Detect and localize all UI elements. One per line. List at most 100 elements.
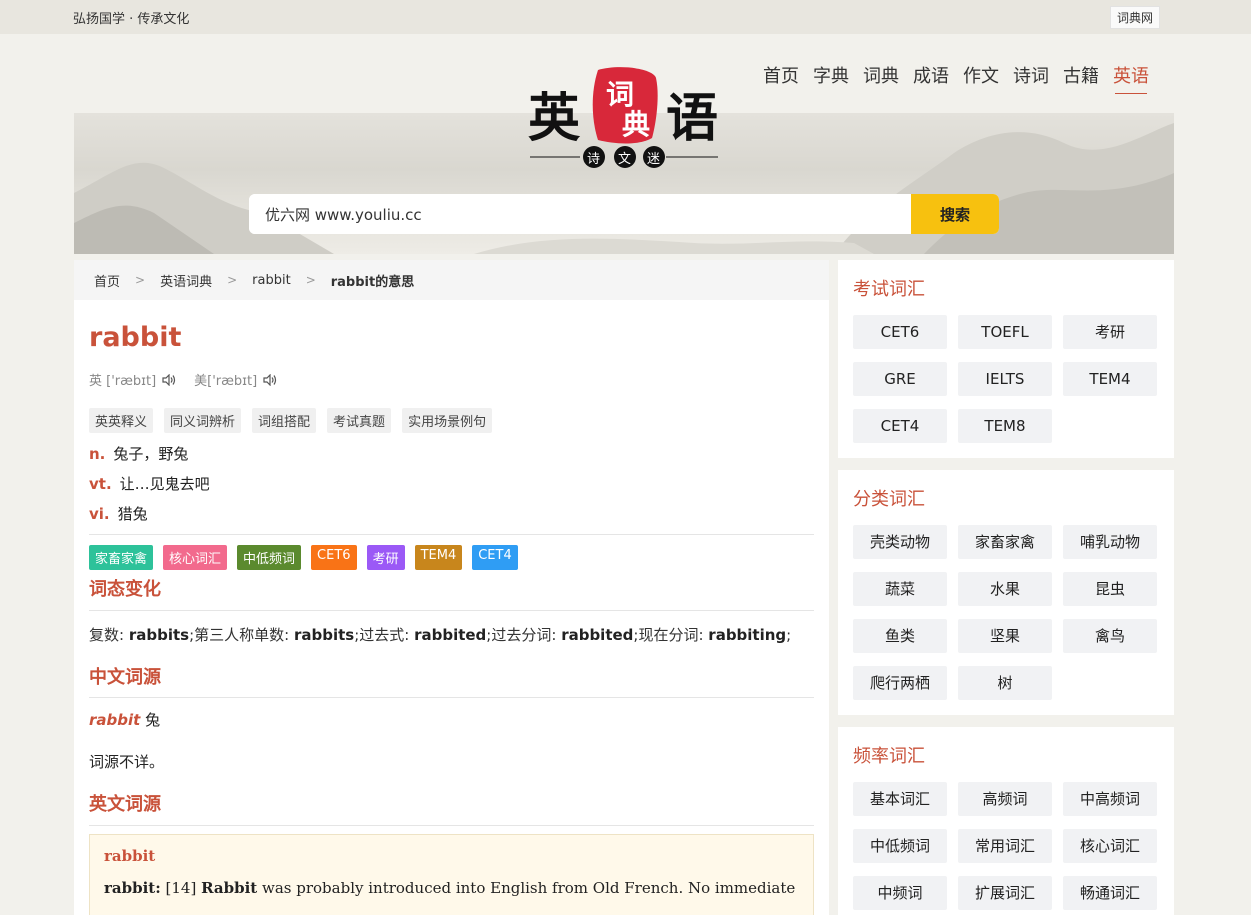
tab-phrases[interactable]: 词组搭配 [252, 408, 317, 433]
sidebar-item[interactable]: GRE [853, 362, 947, 396]
chevron-right-icon: > [227, 273, 238, 287]
sidebar-item[interactable]: 蔬菜 [853, 572, 947, 606]
site-link[interactable]: 词典网 [1110, 6, 1161, 29]
tag-badge[interactable]: TEM4 [414, 545, 463, 570]
nav-home[interactable]: 首页 [763, 62, 799, 94]
sidebar-item[interactable]: 核心词汇 [1063, 829, 1157, 863]
word-forms: 复数: rabbits;第三人称单数: rabbits;过去式: rabbite… [89, 624, 791, 645]
sidebar-item[interactable]: 坚果 [958, 619, 1052, 653]
sidebar-item[interactable]: 中高频词 [1063, 782, 1157, 816]
breadcrumb-home[interactable]: 首页 [94, 271, 120, 290]
tab-exam-questions[interactable]: 考试真题 [327, 408, 392, 433]
sidebar-item[interactable]: 壳类动物 [853, 525, 947, 559]
sidebar-item[interactable]: IELTS [958, 362, 1052, 396]
sidebar-item[interactable]: CET4 [853, 409, 947, 443]
sidebar-item[interactable]: 家畜家禽 [958, 525, 1052, 559]
en-ety-bold: Rabbit [201, 879, 258, 897]
sidebar-item[interactable]: 禽鸟 [1063, 619, 1157, 653]
divider [89, 610, 814, 611]
sidebar-item[interactable]: 爬行两栖 [853, 666, 947, 700]
chevron-right-icon: > [135, 273, 146, 287]
sidebar-item[interactable]: CET6 [853, 315, 947, 349]
section-title-forms: 词态变化 [89, 579, 161, 600]
sidebar-item[interactable]: 基本词汇 [853, 782, 947, 816]
form-label: 过去式: [359, 626, 415, 644]
nav-shici[interactable]: 诗词 [1013, 62, 1049, 94]
breadcrumb: 首页 > 英语词典 > rabbit > rabbit的意思 [74, 260, 829, 300]
tag-badge[interactable]: 核心词汇 [163, 545, 228, 570]
logo-char-2: 词 [606, 78, 634, 111]
nav-guji[interactable]: 古籍 [1063, 62, 1099, 94]
sidebar-item[interactable]: TEM8 [958, 409, 1052, 443]
form-label: 第三人称单数: [194, 626, 294, 644]
nav-cidian[interactable]: 词典 [863, 62, 899, 94]
sidebar-frequency-vocab: 频率词汇 基本词汇 高频词 中高频词 中低频词 常用词汇 核心词汇 中频词 扩展… [838, 727, 1174, 915]
word-tags: 家畜家禽 核心词汇 中低频词 CET6 考研 TEM4 CET4 [89, 545, 528, 570]
sidebar-item[interactable]: 常用词汇 [958, 829, 1052, 863]
breadcrumb-current: rabbit的意思 [330, 274, 415, 290]
tag-badge[interactable]: 家畜家禽 [89, 545, 154, 570]
logo-sub-2: 文 [618, 152, 631, 167]
logo-char-3: 典 [622, 108, 650, 141]
tag-badge[interactable]: CET6 [311, 545, 357, 570]
sidebar-item[interactable]: 中频词 [853, 876, 947, 910]
main-nav: 首页 字典 词典 成语 作文 诗词 古籍 英语 [763, 62, 1163, 94]
definition-row: vt. 让…见鬼去吧 [89, 473, 210, 494]
cn-ety-word: rabbit [89, 711, 141, 729]
tab-english-definition[interactable]: 英英释义 [89, 408, 154, 433]
definition-text: 猎兔 [117, 505, 148, 523]
sidebar-item[interactable]: 中低频词 [853, 829, 947, 863]
top-bar: 弘扬国学 · 传承文化 词典网 [0, 0, 1251, 34]
sidebar-item[interactable]: 哺乳动物 [1063, 525, 1157, 559]
sidebar-item[interactable]: 树 [958, 666, 1052, 700]
phonetic-uk: 英 ['ræbɪt] [89, 374, 157, 389]
main-content: 首页 > 英语词典 > rabbit > rabbit的意思 rabbit 英 … [74, 260, 829, 915]
sidebar-item[interactable]: 昆虫 [1063, 572, 1157, 606]
sidebar-item[interactable]: 水果 [958, 572, 1052, 606]
search-input[interactable] [249, 194, 911, 234]
divider [89, 534, 814, 535]
search-button[interactable]: 搜索 [911, 194, 999, 234]
tag-badge[interactable]: 中低频词 [237, 545, 302, 570]
form-separator: ; [786, 626, 792, 644]
sidebar-item[interactable]: TOEFL [958, 315, 1052, 349]
section-title-cn-etymology: 中文词源 [89, 667, 161, 688]
logo-char-1: 英 [528, 88, 581, 149]
nav-english[interactable]: 英语 [1113, 62, 1149, 94]
form-label: 复数: [89, 626, 129, 644]
section-title-en-etymology: 英文词源 [89, 794, 161, 815]
tag-badge[interactable]: CET4 [472, 545, 518, 570]
speaker-icon[interactable] [162, 373, 176, 386]
tag-badge[interactable]: 考研 [366, 545, 405, 570]
logo-sub-1: 诗 [587, 152, 600, 167]
sidebar-item[interactable]: TEM4 [1063, 362, 1157, 396]
sidebar-grid: 基本词汇 高频词 中高频词 中低频词 常用词汇 核心词汇 中频词 扩展词汇 畅通… [853, 782, 1159, 910]
logo-sub-3: 迷 [647, 152, 660, 167]
sidebar-item[interactable]: 考研 [1063, 315, 1157, 349]
nav-chengyu[interactable]: 成语 [913, 62, 949, 94]
tab-examples[interactable]: 实用场景例句 [402, 408, 493, 433]
headword: rabbit [89, 322, 182, 353]
sidebar-grid: 壳类动物 家畜家禽 哺乳动物 蔬菜 水果 昆虫 鱼类 坚果 禽鸟 爬行两栖 树 [853, 525, 1159, 700]
nav-zidian[interactable]: 字典 [813, 62, 849, 94]
form-label: 过去分词: [491, 626, 562, 644]
site-logo[interactable]: 英 词 典 语 诗 文 迷 [528, 66, 722, 170]
breadcrumb-english-dict[interactable]: 英语词典 [160, 271, 212, 290]
definition-text: 让…见鬼去吧 [119, 475, 210, 493]
sidebar-item[interactable]: 鱼类 [853, 619, 947, 653]
search-bar: 搜索 [249, 194, 999, 234]
sidebar-item[interactable]: 高频词 [958, 782, 1052, 816]
phonetics: 英 ['ræbɪt] 美['ræbɪt] [89, 370, 295, 389]
speaker-icon[interactable] [263, 373, 277, 386]
en-etymology-box: rabbit rabbit: [14] Rabbit was probably … [89, 834, 814, 915]
sidebar-item[interactable]: 扩展词汇 [958, 876, 1052, 910]
sidebar-item[interactable]: 畅通词汇 [1063, 876, 1157, 910]
breadcrumb-word[interactable]: rabbit [252, 273, 291, 288]
tab-synonyms[interactable]: 同义词辨析 [164, 408, 242, 433]
form-value: rabbits [293, 626, 355, 644]
en-ety-ref: [14] [160, 879, 202, 897]
definition-row: n. 兔子，野兔 [89, 443, 210, 464]
nav-zuowen[interactable]: 作文 [963, 62, 999, 94]
form-value: rabbited [561, 626, 634, 644]
en-ety-body: was probably introduced into English fro… [257, 879, 796, 897]
